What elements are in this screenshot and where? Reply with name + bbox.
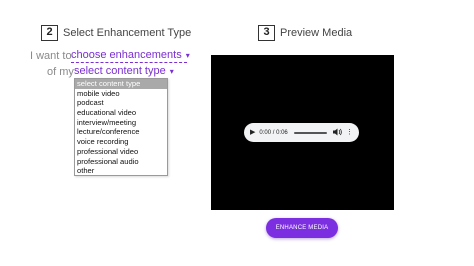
step-3-badge: 3: [258, 25, 275, 41]
i-want-to-label: I want to: [30, 50, 72, 62]
enhancement-type-select[interactable]: choose enhancements ▾: [71, 49, 190, 63]
dropdown-option[interactable]: professional video: [75, 147, 167, 157]
dropdown-option[interactable]: lecture/conference: [75, 127, 167, 137]
content-type-dropdown-list[interactable]: select content type mobile video podcast ed…: [74, 78, 168, 176]
dropdown-option[interactable]: mobile video: [75, 89, 167, 99]
enhance-media-button[interactable]: ENHANCE MEDIA: [266, 218, 338, 238]
audio-player[interactable]: ▶ 0:00 / 0:06 ⋮: [244, 123, 359, 142]
media-preview: ▶ 0:00 / 0:06 ⋮: [211, 55, 394, 210]
content-select-value: select content type: [74, 65, 166, 77]
dropdown-option[interactable]: interview/meeting: [75, 118, 167, 128]
dropdown-option[interactable]: select content type: [75, 79, 167, 89]
dropdown-option[interactable]: podcast: [75, 98, 167, 108]
chevron-down-icon: ▾: [169, 67, 174, 76]
progress-bar[interactable]: [293, 131, 327, 134]
step-2-badge: 2: [41, 25, 58, 41]
preview-section-title: Preview Media: [280, 27, 353, 39]
volume-icon[interactable]: [333, 128, 342, 138]
of-my-label: of my: [47, 66, 74, 78]
enhancement-section-title: Select Enhancement Type: [63, 27, 192, 39]
player-time: 0:00 / 0:06: [259, 129, 288, 136]
content-type-select[interactable]: select content type ▾: [74, 65, 174, 79]
more-options-icon[interactable]: ⋮: [346, 129, 353, 136]
dropdown-option[interactable]: educational video: [75, 108, 167, 118]
dropdown-option[interactable]: voice recording: [75, 137, 167, 147]
chevron-down-icon: ▾: [185, 51, 190, 60]
enhancement-select-value: choose enhancements: [71, 49, 182, 61]
dropdown-option[interactable]: other: [75, 166, 167, 176]
play-icon[interactable]: ▶: [250, 129, 255, 136]
dropdown-option[interactable]: professional audio: [75, 157, 167, 167]
